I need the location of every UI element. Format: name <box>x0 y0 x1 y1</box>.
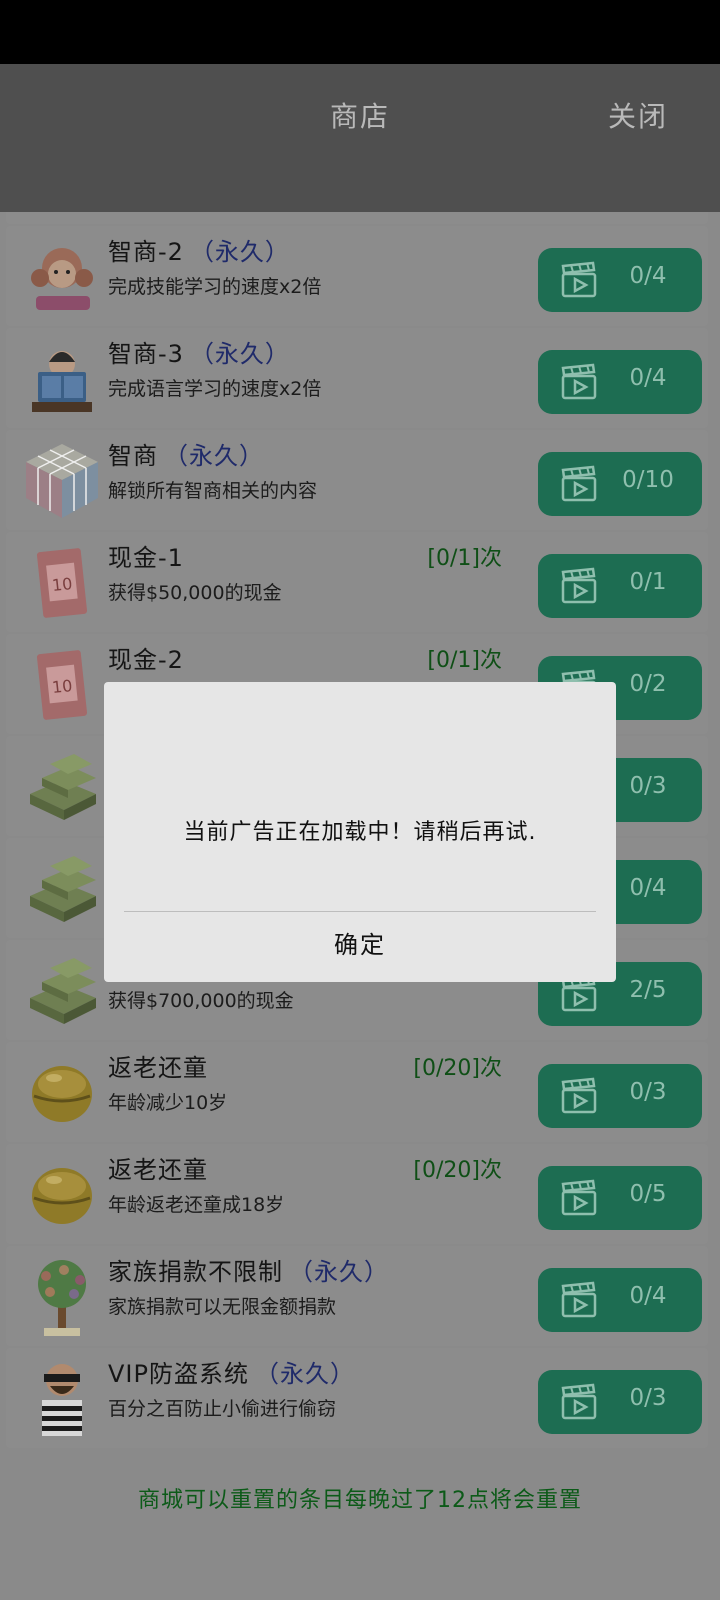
permanent-tag: （永久） <box>254 1360 355 1388</box>
list-item: 返老还童年龄减少10岁 [0/20]次 0/3 <box>6 1042 708 1142</box>
purchase-count: [0/20]次 <box>413 1158 502 1183</box>
item-title: 智商-3 （永久） <box>108 334 290 369</box>
banknote-icon: 10 <box>20 540 104 624</box>
ad-progress: 0/3 <box>629 1385 667 1411</box>
permanent-tag: （永久） <box>189 238 290 266</box>
watch-ad-button[interactable]: 0/1 <box>538 554 702 618</box>
permanent-tag: （永久） <box>164 442 264 470</box>
ad-progress: 0/10 <box>622 467 674 493</box>
watch-ad-button[interactable]: 0/3 <box>538 1064 702 1128</box>
close-button[interactable]: 关闭 <box>608 95 668 135</box>
status-bar <box>0 0 720 64</box>
ad-progress: 0/4 <box>629 365 667 391</box>
item-description: 获得$700,000的现金 <box>108 990 294 1012</box>
video-ad-icon <box>561 363 597 400</box>
item-name: 智商-2 <box>108 238 184 266</box>
list-item-partial <box>6 212 708 224</box>
item-name: 智商 <box>108 442 158 470</box>
item-description: 年龄返老还童成18岁 <box>108 1194 285 1216</box>
watch-ad-button[interactable]: 0/5 <box>538 1166 702 1230</box>
list-item: 智商 （永久） 解锁所有智商相关的内容 0/10 <box>6 430 708 530</box>
watch-ad-button[interactable]: 0/4 <box>538 1268 702 1332</box>
item-name: VIP防盗系统 <box>108 1360 249 1388</box>
item-title: 返老还童 <box>108 1150 208 1185</box>
item-name: 智商-3 <box>108 340 184 368</box>
ad-progress: 0/4 <box>629 1283 667 1309</box>
item-description: 年龄减少10岁 <box>108 1092 228 1114</box>
boy-reading-icon <box>20 336 104 420</box>
ad-progress: 0/4 <box>629 263 667 289</box>
video-ad-icon <box>561 261 597 298</box>
video-ad-icon <box>561 567 597 604</box>
item-description: 百分之百防止小偷进行偷窃 <box>108 1398 337 1420</box>
item-description: 获得$50,000的现金 <box>108 582 282 604</box>
item-title: 现金-2 <box>108 640 184 675</box>
alert-dialog: 当前广告正在加载中！请稍后再试. 确定 <box>104 682 616 982</box>
item-name: 家族捐款不限制 <box>108 1258 283 1286</box>
item-name: 返老还童 <box>108 1054 208 1082</box>
watch-ad-button[interactable]: 0/3 <box>538 1370 702 1434</box>
dialog-confirm-button[interactable]: 确定 <box>104 912 616 982</box>
item-name: 返老还童 <box>108 1156 208 1184</box>
item-description: 完成技能学习的速度x2倍 <box>108 276 322 298</box>
list-item: 10 现金-1 获得$50,000的现金 [0/1]次 0/1 <box>6 532 708 632</box>
item-title: 智商-2 （永久） <box>108 232 290 267</box>
permanent-tag: （永久） <box>289 1258 389 1286</box>
item-description: 家族捐款可以无限金额捐款 <box>108 1296 337 1318</box>
girl-reading-icon <box>20 234 104 318</box>
rubiks-cube-icon <box>20 438 104 522</box>
money-stack-icon <box>20 846 104 930</box>
item-name: 现金-1 <box>108 544 184 572</box>
reset-note: 商城可以重置的条目每晚过了12点将会重置 <box>138 1488 582 1513</box>
list-item: 智商-3 （永久） 完成语言学习的速度x2倍 0/4 <box>6 328 708 428</box>
purchase-count: [0/1]次 <box>427 546 502 571</box>
item-title: 家族捐款不限制 （永久） <box>108 1252 389 1287</box>
item-name: 现金-2 <box>108 646 184 674</box>
item-description: 完成语言学习的速度x2倍 <box>108 378 322 400</box>
watch-ad-button[interactable]: 0/4 <box>538 350 702 414</box>
item-title: 返老还童 <box>108 1048 208 1083</box>
item-title: 现金-1 <box>108 538 184 573</box>
video-ad-icon <box>561 1077 597 1114</box>
video-ad-icon <box>561 1179 597 1216</box>
app-header <box>0 64 720 212</box>
gold-orb-icon <box>20 1152 104 1236</box>
purchase-count: [0/20]次 <box>413 1056 502 1081</box>
video-ad-icon <box>561 1281 597 1318</box>
ad-progress: 0/3 <box>629 1079 667 1105</box>
video-ad-icon <box>561 465 597 502</box>
watch-ad-button[interactable]: 0/10 <box>538 452 702 516</box>
banknote-icon: 10 <box>20 642 104 726</box>
permanent-tag: （永久） <box>189 340 290 368</box>
item-description: 解锁所有智商相关的内容 <box>108 480 318 502</box>
item-title: VIP防盗系统 （永久） <box>108 1354 355 1389</box>
purchase-count: [0/1]次 <box>427 648 502 673</box>
list-item: VIP防盗系统 （永久） 百分之百防止小偷进行偷窃 0/3 <box>6 1348 708 1448</box>
thief-icon <box>20 1356 104 1440</box>
ad-progress: 0/1 <box>629 569 667 595</box>
dialog-message: 当前广告正在加载中！请稍后再试. <box>183 820 537 845</box>
item-title: 智商 （永久） <box>108 436 264 471</box>
list-item: 返老还童年龄返老还童成18岁 [0/20]次 0/5 <box>6 1144 708 1244</box>
money-stack-icon <box>20 744 104 828</box>
watch-ad-button[interactable]: 0/4 <box>538 248 702 312</box>
family-tree-icon <box>20 1254 104 1338</box>
video-ad-icon <box>561 1383 597 1420</box>
list-item: 家族捐款不限制 （永久） 家族捐款可以无限金额捐款 0/4 <box>6 1246 708 1346</box>
gold-orb-icon <box>20 1050 104 1134</box>
list-item: 智商-2 （永久） 完成技能学习的速度x2倍 0/4 <box>6 226 708 326</box>
money-stack-icon <box>20 948 104 1032</box>
svg-text:10: 10 <box>51 574 73 595</box>
svg-text:10: 10 <box>51 676 73 697</box>
ad-progress: 0/5 <box>629 1181 667 1207</box>
